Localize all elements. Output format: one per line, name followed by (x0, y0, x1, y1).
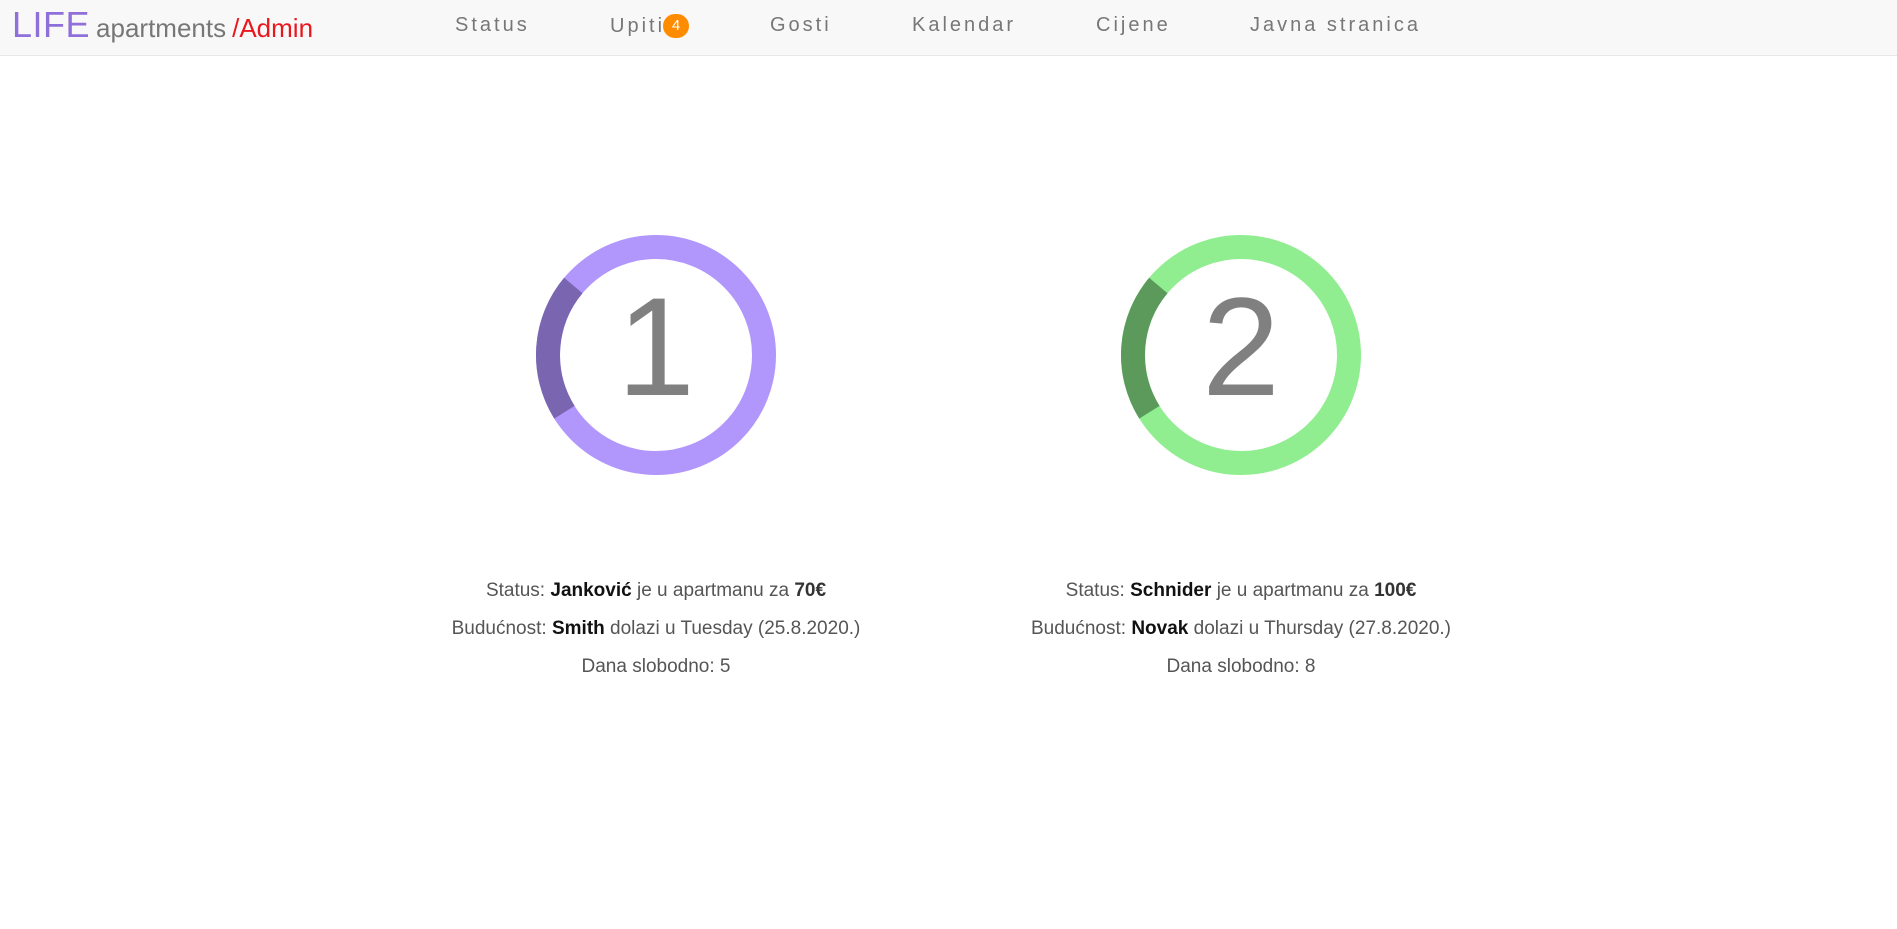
upiti-count-badge: 4 (663, 14, 690, 38)
apartment-info-1: Status: Janković je u apartmanu za 70€ B… (396, 572, 916, 686)
apartment-number-1: 1 (617, 268, 695, 425)
nav-cijene-label: Cijene (1096, 14, 1171, 36)
nav-kalendar[interactable]: Kalendar (912, 14, 1016, 36)
future-text-1: dolazi u Tuesday (25.8.2020.) (610, 618, 861, 639)
nav-status-label: Status (455, 14, 530, 36)
nav-upiti-label: Upiti (610, 15, 666, 37)
status-label-2: Status: (1065, 580, 1125, 601)
brand-admin: /Admin (232, 13, 314, 43)
status-line-1: Status: Janković je u apartmanu za 70€ (396, 572, 916, 610)
brand-life: LIFE (12, 4, 91, 45)
brand-logo[interactable]: LIFE apartments/Admin (12, 4, 313, 46)
status-guest-2: Schnider (1130, 580, 1212, 601)
future-label-2: Budućnost: (1030, 618, 1127, 639)
status-line-2: Status: Schnider je u apartmanu za 100€ (981, 572, 1501, 610)
status-price-2: 100€ (1374, 580, 1417, 601)
nav-cijene[interactable]: Cijene (1096, 14, 1171, 36)
nav-gosti-label: Gosti (770, 14, 832, 36)
top-navbar: LIFE apartments/Admin Status Upiti 4 Gosti… (0, 0, 1897, 56)
future-guest-1: Smith (551, 618, 605, 639)
apartment-card-2: 2 Status: Schnider je u apartmanu za 100… (981, 230, 1501, 686)
apartment-ring-2[interactable]: 2 (1116, 230, 1366, 480)
apartment-ring-1[interactable]: 1 (531, 230, 781, 480)
apartment-card-1: 1 Status: Janković je u apartmanu za 70€… (396, 230, 916, 686)
free-days-line-1: Dana slobodno: 5 (581, 656, 731, 677)
status-price-1: 70€ (794, 580, 827, 601)
future-line-1: Budućnost: Smith dolazi u Tuesday (25.8.… (396, 610, 916, 648)
free-days-line-2: Dana slobodno: 8 (1166, 656, 1316, 677)
status-text-2: je u apartmanu za (1216, 580, 1369, 601)
future-text-2: dolazi u Thursday (27.8.2020.) (1193, 618, 1452, 639)
status-label-1: Status: (485, 580, 546, 601)
status-text-1: je u apartmanu za (636, 580, 790, 601)
nav-javna-stranica-label: Javna stranica (1250, 14, 1421, 36)
nav-gosti[interactable]: Gosti (770, 14, 832, 36)
future-line-2: Budućnost: Novak dolazi u Thursday (27.8… (981, 610, 1501, 648)
future-label-1: Budućnost: (451, 618, 547, 639)
apartment-number-2: 2 (1202, 268, 1280, 425)
nav-kalendar-label: Kalendar (912, 14, 1017, 36)
brand-apartments: apartments (96, 13, 227, 43)
apartment-info-2: Status: Schnider je u apartmanu za 100€ … (981, 572, 1501, 686)
nav-status[interactable]: Status (455, 14, 530, 36)
status-guest-1: Janković (550, 580, 632, 601)
nav-upiti[interactable]: Upiti 4 (610, 14, 690, 38)
future-guest-2: Novak (1131, 618, 1189, 639)
nav-javna-stranica[interactable]: Javna stranica (1250, 14, 1421, 36)
